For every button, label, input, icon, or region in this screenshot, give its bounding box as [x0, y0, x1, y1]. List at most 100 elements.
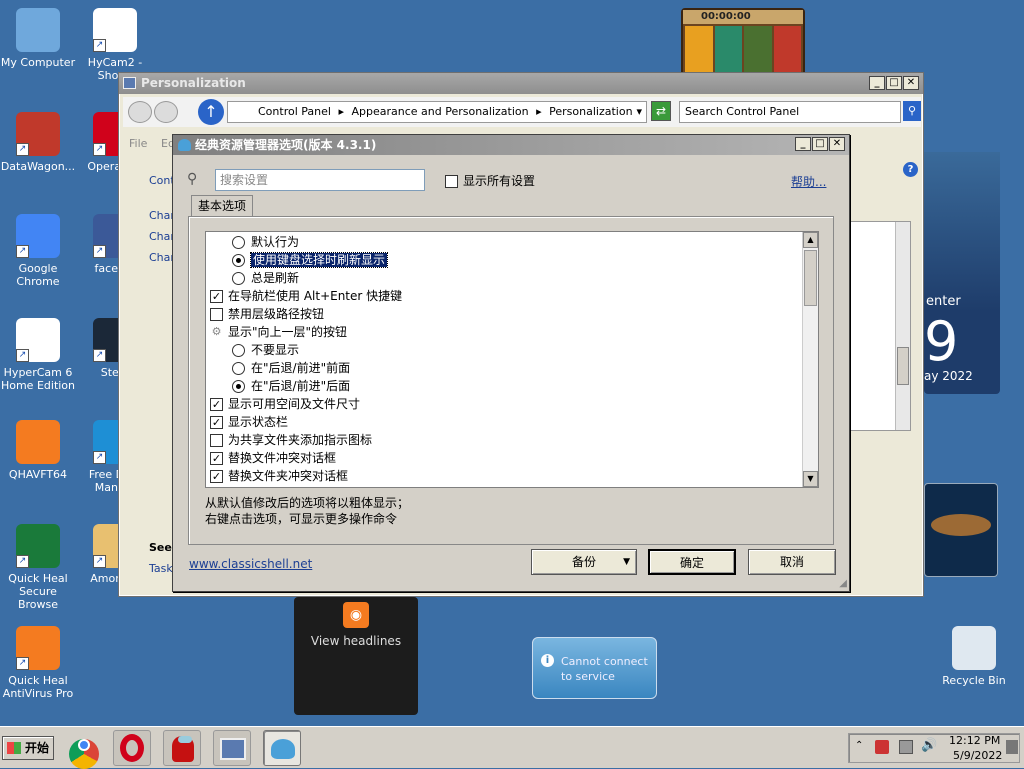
chevron-down-icon[interactable]: ▾	[636, 102, 642, 122]
network-icon[interactable]	[899, 740, 913, 754]
dialog-close-button[interactable]: ✕	[829, 137, 845, 151]
options-scrollbar[interactable]: ▲ ▼	[802, 232, 818, 487]
checkbox[interactable]: ✓	[210, 470, 223, 483]
menu-file[interactable]: File	[129, 137, 147, 150]
option-row[interactable]: 在"后退/前进"后面	[208, 377, 818, 395]
desktop-icon-qhavft64[interactable]: QHAVFT64	[0, 420, 76, 481]
forward-button[interactable]	[154, 101, 178, 123]
help-icon[interactable]: ?	[903, 162, 918, 177]
option-row[interactable]: 默认行为	[208, 233, 818, 251]
scroll-down-arrow-icon[interactable]: ▼	[803, 471, 818, 487]
chevron-up-icon[interactable]: ⌃	[855, 740, 863, 751]
search-icon[interactable]: ⚲	[903, 101, 921, 121]
option-row[interactable]: ✓ 替换文件冲突对话框	[208, 449, 818, 467]
show-all-settings-checkbox[interactable]: 显示所有设置	[445, 172, 535, 189]
maximize-button[interactable]: □	[886, 76, 902, 90]
breadcrumb[interactable]: Control Panel ▸ Appearance and Personali…	[227, 101, 647, 123]
option-label: 替换文件夹冲突对话框	[228, 469, 349, 483]
backup-button[interactable]: 备份 ▼	[531, 549, 637, 575]
desktop-icon-label: HyperCam 6 Home Edition	[0, 366, 76, 392]
chrome-taskbar-icon[interactable]	[66, 730, 104, 769]
up-arrow-icon[interactable]: ↑	[198, 99, 224, 125]
cancel-button[interactable]: 取消	[748, 549, 836, 575]
checkbox[interactable]: ✓	[210, 290, 223, 303]
help-link[interactable]: 帮助...	[791, 173, 826, 190]
dialog-titlebar[interactable]: 经典资源管理器选项(版本 4.3.1) _ □ ✕	[173, 135, 849, 155]
weather-gadget[interactable]: i Cannot connect to service	[532, 637, 657, 699]
resize-grip-icon[interactable]: ◢	[839, 578, 847, 589]
ok-button[interactable]: 确定	[648, 549, 736, 575]
radio-button[interactable]	[232, 254, 245, 267]
close-button[interactable]: ✕	[903, 76, 919, 90]
checkbox[interactable]: ✓	[210, 452, 223, 465]
clock-time[interactable]: 12:12 PM	[949, 734, 1000, 747]
option-row[interactable]: 不要显示	[208, 341, 818, 359]
checkbox[interactable]	[210, 308, 223, 321]
dialog-maximize-button[interactable]: □	[812, 137, 828, 151]
option-row[interactable]: 禁用层级路径按钮	[208, 305, 818, 323]
clock-date[interactable]: 5/9/2022	[953, 749, 1002, 762]
option-label: 显示可用空间及文件尺寸	[228, 397, 361, 411]
checkbox[interactable]: ✓	[210, 398, 223, 411]
desktop-icon-google-chrome[interactable]: ↗ Google Chrome	[0, 214, 76, 288]
scroll-up-arrow-icon[interactable]: ▲	[803, 232, 818, 248]
desktop-icon-my-computer[interactable]: My Computer	[0, 8, 76, 69]
radio-button[interactable]	[232, 362, 245, 375]
control-panel-titlebar[interactable]: Personalization _ □ ✕	[119, 73, 923, 94]
side-link-1[interactable]: Cont	[149, 174, 175, 187]
start-button[interactable]: 开始	[2, 736, 54, 760]
desktop-icon-quick-heal-secure-browse[interactable]: ↗ Quick Heal Secure Browse	[0, 524, 76, 611]
show-all-checkbox-box[interactable]	[445, 175, 458, 188]
option-row[interactable]: ✓ 在导航栏使用 Alt+Enter 快捷键	[208, 287, 818, 305]
radio-button[interactable]	[232, 272, 245, 285]
refresh-icon[interactable]: ⇄	[651, 101, 671, 121]
website-link[interactable]: www.classicshell.net	[189, 557, 312, 571]
desktop-icon-datawagon[interactable]: ↗ DataWagon...	[0, 112, 76, 173]
media-center-gadget[interactable]: enter 9 ay 2022	[924, 152, 1000, 394]
headlines-gadget[interactable]: ◉ View headlines	[294, 597, 418, 715]
radio-button[interactable]	[232, 380, 245, 393]
option-row[interactable]: ✓ 显示可用空间及文件尺寸	[208, 395, 818, 413]
option-row[interactable]: 总是刷新	[208, 269, 818, 287]
action-center-icon[interactable]	[875, 740, 889, 754]
volume-icon[interactable]: 🔊	[921, 738, 937, 753]
breadcrumb-personalization[interactable]: Personalization	[549, 105, 632, 118]
option-label: 使用键盘选择时刷新显示	[249, 252, 389, 268]
desktop-icon-quick-heal-antivirus-pro[interactable]: ↗ Quick Heal AntiVirus Pro	[0, 626, 76, 700]
search-input[interactable]: Search Control Panel	[679, 101, 901, 123]
minimize-button[interactable]: _	[869, 76, 885, 90]
settings-search-input[interactable]: 搜索设置	[215, 169, 425, 191]
show-desktop-icon[interactable]	[1006, 740, 1018, 754]
scroll-thumb[interactable]	[804, 250, 817, 306]
checkbox[interactable]: ✓	[210, 416, 223, 429]
tab-basic-options[interactable]: 基本选项	[191, 195, 254, 217]
shortcut-arrow-icon: ↗	[93, 451, 106, 464]
desktop-icon-hycam2-shor[interactable]: ↗ HyCam2 - Shor...	[77, 8, 153, 82]
option-row[interactable]: ⚙ 显示"向上一层"的按钮	[208, 323, 818, 341]
breadcrumb-control-panel[interactable]: Control Panel	[258, 105, 331, 118]
radio-button[interactable]	[232, 344, 245, 357]
option-row[interactable]: ✓ 替换文件夹冲突对话框	[208, 467, 818, 485]
among-us-taskbar-icon[interactable]	[163, 730, 201, 766]
classic-explorer-options-dialog[interactable]: 经典资源管理器选项(版本 4.3.1) _ □ ✕ ⚲ 搜索设置 显示所有设置 …	[172, 134, 850, 592]
breadcrumb-appearance[interactable]: Appearance and Personalization	[351, 105, 528, 118]
see-also-heading: See	[149, 541, 172, 554]
dialog-minimize-button[interactable]: _	[795, 137, 811, 151]
opera-taskbar-icon[interactable]	[113, 730, 151, 766]
classic-shell-taskbar-icon[interactable]	[263, 730, 301, 766]
content-scrollbar[interactable]	[895, 222, 910, 430]
option-row[interactable]: ✓ 显示状态栏	[208, 413, 818, 431]
option-row[interactable]: 使用键盘选择时刷新显示	[208, 251, 818, 269]
back-button[interactable]	[128, 101, 152, 123]
desktop-icon-hypercam-6-home-edition[interactable]: ↗ HyperCam 6 Home Edition	[0, 318, 76, 392]
option-row[interactable]: 在"后退/前进"前面	[208, 359, 818, 377]
checkbox[interactable]	[210, 434, 223, 447]
option-row[interactable]: 为共享文件夹添加指示图标	[208, 431, 818, 449]
desktop-icon-recycle-bin[interactable]: Recycle Bin	[936, 626, 1012, 687]
slideshow-gadget[interactable]	[924, 483, 998, 577]
radio-button[interactable]	[232, 236, 245, 249]
taskbar-link[interactable]: Task	[149, 562, 173, 575]
clock-gadget[interactable]: 00:00:00	[681, 8, 805, 78]
shortcut-arrow-icon: ↗	[93, 39, 106, 52]
control-panel-taskbar-icon[interactable]	[213, 730, 251, 766]
